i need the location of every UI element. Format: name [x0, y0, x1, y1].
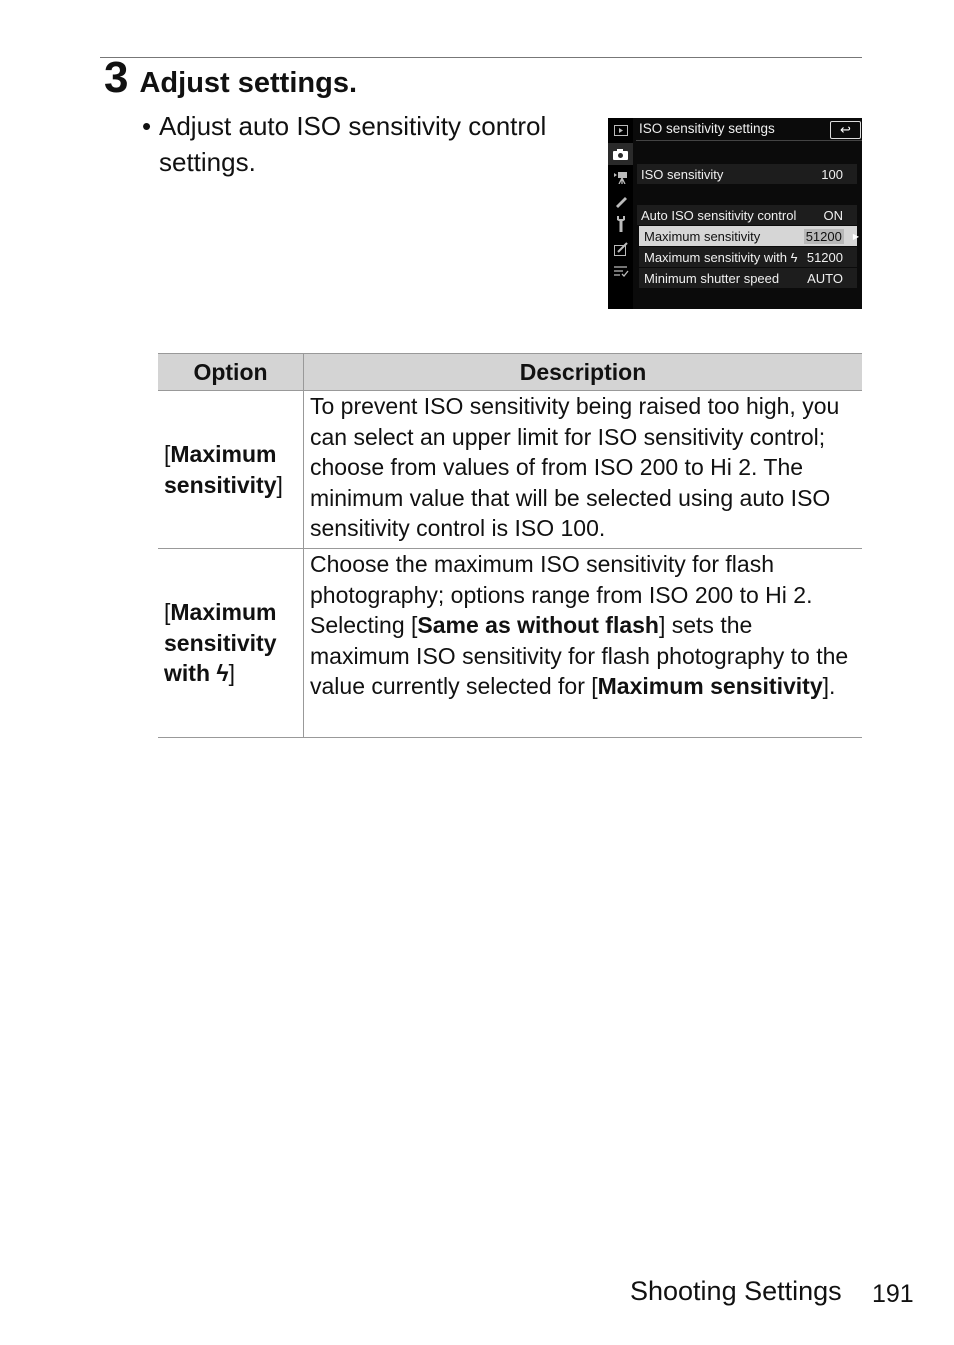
camera-menu-row-auto-iso[interactable]: Auto ISO sensitivity control ON — [637, 205, 857, 225]
chevron-right-icon: ▶ — [852, 231, 859, 241]
custom-settings-icon — [612, 193, 630, 209]
description-cell: Choose the maximum ISO sensitivity for f… — [303, 548, 862, 738]
bracket: ] — [228, 660, 235, 687]
row-label: Minimum shutter speed — [644, 270, 780, 286]
table-row: [Maximum sensitivity] To prevent ISO sen… — [158, 390, 862, 549]
camera-menu-sidebar — [608, 118, 633, 309]
bullet-item: • Adjust auto ISO sensitivity control se… — [142, 108, 582, 180]
row-value: ON — [823, 207, 844, 223]
step-heading: 3 Adjust settings. — [104, 56, 357, 100]
footer-section-title: Shooting Settings — [630, 1276, 842, 1306]
page-number: 191 — [872, 1280, 914, 1308]
description-cell: To prevent ISO sensitivity being raised … — [303, 390, 862, 549]
camera-menu-row-iso-sensitivity[interactable]: ISO sensitivity 100 — [637, 164, 857, 184]
row-label: ISO sensitivity — [641, 166, 724, 182]
bracket: ] — [276, 471, 283, 498]
camera-menu-title: ISO sensitivity settings — [639, 121, 775, 136]
menu-option-reference: Same as without flash — [417, 612, 659, 638]
row-value: 51200 — [803, 228, 844, 244]
row-value: AUTO — [807, 270, 843, 286]
retouch-icon — [612, 241, 630, 257]
camera-menu-row-maximum-sensitivity-flash[interactable]: Maximum sensitivity with ϟ 51200 — [639, 247, 857, 267]
header-option: Option — [158, 353, 304, 391]
option-cell: [Maximum sensitivity with ϟ] — [158, 548, 304, 738]
table-row: [Maximum sensitivity with ϟ] Choose the … — [158, 548, 862, 738]
options-table: Option Description [Maximum sensitivity]… — [158, 353, 862, 738]
description-text: ]. — [822, 673, 836, 699]
option-name: Maximum sensitivity with ϟ — [164, 599, 277, 687]
bullet-marker: • — [142, 111, 152, 141]
row-label: Maximum sensitivity with ϟ — [644, 249, 798, 265]
row-label: Auto ISO sensitivity control — [641, 207, 797, 223]
option-name: Maximum sensitivity — [164, 441, 277, 498]
playback-icon — [612, 122, 630, 138]
camera-title-divider — [636, 140, 862, 141]
movie-recording-icon — [612, 169, 630, 185]
back-icon[interactable]: ↩ — [830, 121, 861, 139]
camera-menu-row-maximum-sensitivity[interactable]: Maximum sensitivity 51200 ▶ — [639, 226, 859, 246]
option-cell: [Maximum sensitivity] — [158, 390, 304, 549]
camera-menu-row-minimum-shutter-speed[interactable]: Minimum shutter speed AUTO — [639, 268, 857, 288]
menu-option-reference: Maximum sensitivity — [597, 673, 823, 699]
step-title: Adjust settings. — [139, 67, 357, 99]
my-menu-icon — [612, 264, 630, 280]
photo-shooting-icon — [608, 143, 633, 165]
row-label: Maximum sensitivity — [644, 228, 761, 244]
bullet-text: Adjust auto ISO sensitivity control sett… — [159, 111, 547, 177]
camera-screen: ISO sensitivity settings ↩ ISO sensitivi… — [608, 118, 862, 309]
header-description: Description — [303, 353, 862, 391]
row-value: 100 — [821, 166, 843, 182]
table-header-row: Option Description — [158, 353, 862, 391]
step-number: 3 — [104, 53, 129, 102]
setup-icon — [612, 216, 630, 232]
row-value: 51200 — [806, 249, 843, 265]
